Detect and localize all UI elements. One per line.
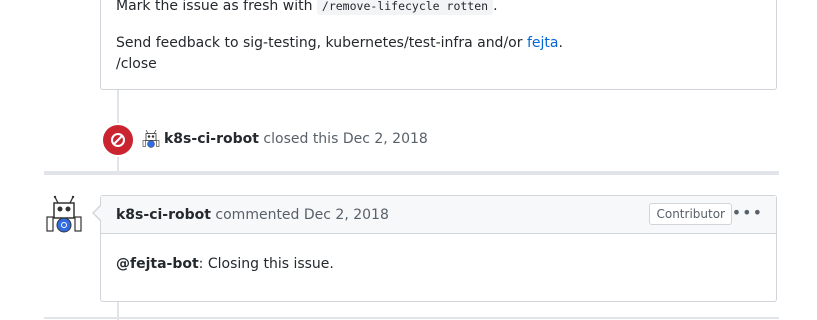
event-author-link[interactable]: k8s-ci-robot xyxy=(164,131,259,147)
timeline-divider xyxy=(44,171,779,175)
comment-card: Mark the issue as fresh with /remove-lif… xyxy=(100,0,777,90)
comment-author-link[interactable]: k8s-ci-robot xyxy=(116,207,211,223)
comment-action: commented xyxy=(215,207,300,223)
closed-event-badge xyxy=(101,123,135,157)
comment-body: @fejta-bot: Closing this issue. xyxy=(116,254,334,274)
comment-line: /close xyxy=(116,56,157,72)
inline-code: /remove-lifecycle rotten xyxy=(316,0,494,15)
comment-header-text: k8s-ci-robot commented Dec 2, 2018 xyxy=(116,206,389,224)
k8s-ci-robot-avatar[interactable] xyxy=(44,195,84,235)
event-action: closed this xyxy=(263,131,339,147)
comment-text: . xyxy=(493,0,498,14)
event-date[interactable]: Dec 2, 2018 xyxy=(343,131,428,147)
comment-header: k8s-ci-robot commented Dec 2, 2018 Contr… xyxy=(101,196,776,234)
circle-slash-icon xyxy=(111,133,125,147)
contributor-badge: Contributor xyxy=(649,203,732,225)
comment-text: : Closing this issue. xyxy=(198,256,334,272)
comment-caret-fill xyxy=(94,206,101,220)
kebab-horizontal-icon[interactable]: ••• xyxy=(732,204,763,222)
comment-text: . xyxy=(558,35,563,51)
closed-event-text: k8s-ci-robot closed this Dec 2, 2018 xyxy=(164,129,428,149)
k8s-ci-robot-avatar[interactable] xyxy=(141,129,161,149)
user-link-fejta[interactable]: fejta xyxy=(527,35,559,51)
mention-link[interactable]: @fejta-bot xyxy=(116,256,199,272)
comment-text: Mark the issue as fresh with xyxy=(116,0,313,14)
comment-line: Mark the issue as fresh with /remove-lif… xyxy=(116,0,498,16)
comment-card: k8s-ci-robot commented Dec 2, 2018 Contr… xyxy=(100,195,777,302)
comment-text: Send feedback to sig-testing, kubernetes… xyxy=(116,35,523,51)
comment-date[interactable]: Dec 2, 2018 xyxy=(304,207,389,223)
timeline-divider xyxy=(44,317,779,319)
comment-line: Send feedback to sig-testing, kubernetes… xyxy=(116,33,563,53)
